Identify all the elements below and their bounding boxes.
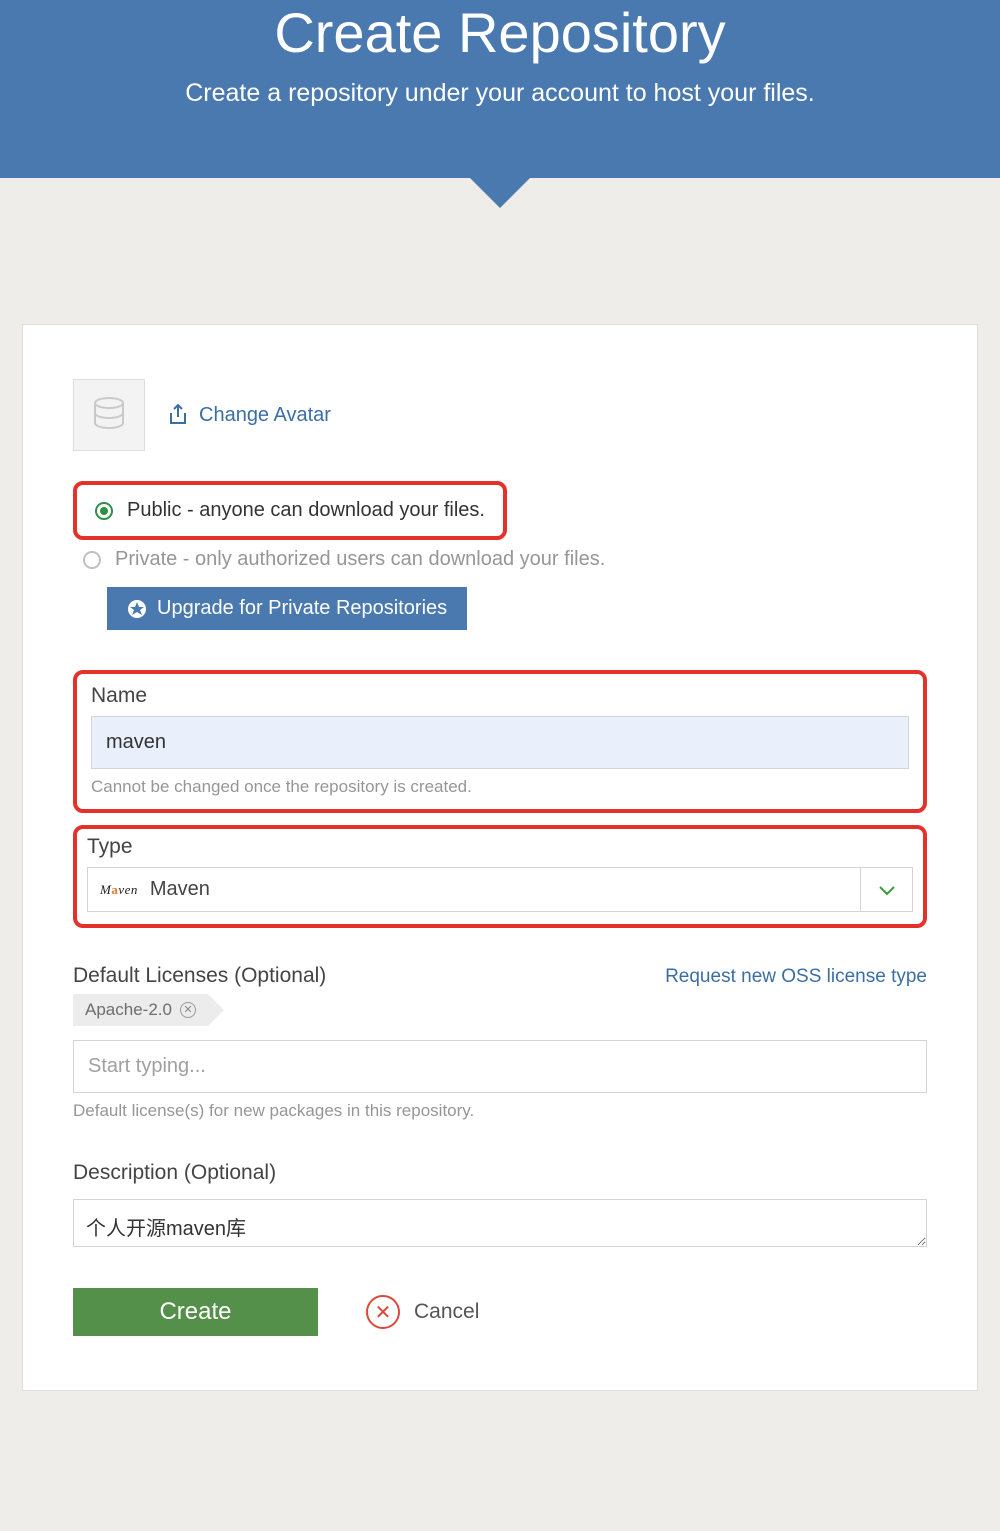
license-search-input[interactable] — [73, 1040, 927, 1093]
license-tag-label: Apache-2.0 — [85, 1000, 172, 1020]
change-avatar-label: Change Avatar — [199, 404, 331, 427]
star-badge-icon — [127, 599, 147, 619]
licenses-label: Default Licenses (Optional) — [73, 964, 326, 988]
cancel-button[interactable]: ✕ Cancel — [366, 1295, 479, 1329]
close-icon: ✕ — [366, 1295, 400, 1329]
request-license-link[interactable]: Request new OSS license type — [665, 966, 927, 988]
cancel-label: Cancel — [414, 1300, 479, 1324]
page-title: Create Repository — [20, 0, 980, 65]
hero-arrow-icon — [470, 178, 530, 208]
change-avatar-link[interactable]: Change Avatar — [167, 403, 331, 427]
avatar-placeholder[interactable] — [73, 379, 145, 451]
upgrade-button[interactable]: Upgrade for Private Repositories — [107, 587, 467, 630]
visibility-private-label: Private - only authorized users can down… — [115, 548, 605, 571]
licenses-help: Default license(s) for new packages in t… — [73, 1101, 927, 1121]
type-select-value: Maven — [150, 878, 210, 901]
name-input[interactable] — [91, 716, 909, 769]
type-select-caret[interactable] — [860, 868, 912, 911]
upload-icon — [167, 403, 189, 427]
name-label: Name — [91, 684, 909, 708]
description-label: Description (Optional) — [73, 1161, 927, 1185]
chevron-down-icon — [875, 878, 899, 902]
upgrade-button-label: Upgrade for Private Repositories — [157, 597, 447, 620]
remove-license-icon[interactable]: ✕ — [180, 1002, 196, 1018]
radio-disabled-icon — [83, 551, 101, 569]
database-icon — [92, 396, 126, 434]
description-textarea[interactable] — [73, 1199, 927, 1247]
maven-logo-icon: Maven — [100, 882, 138, 898]
type-label: Type — [87, 835, 913, 859]
create-button[interactable]: Create — [73, 1288, 318, 1336]
page-subtitle: Create a repository under your account t… — [20, 79, 980, 108]
license-tag[interactable]: Apache-2.0 ✕ — [73, 994, 208, 1026]
visibility-public-label: Public - anyone can download your files. — [127, 499, 485, 522]
name-help: Cannot be changed once the repository is… — [91, 777, 909, 797]
form-card: Change Avatar Public - anyone can downlo… — [22, 324, 978, 1391]
radio-selected-icon — [95, 502, 113, 520]
hero-banner: Create Repository Create a repository un… — [0, 0, 1000, 178]
type-select[interactable]: Maven Maven — [87, 867, 913, 912]
visibility-public-radio[interactable]: Public - anyone can download your files. — [85, 491, 495, 530]
visibility-private-radio: Private - only authorized users can down… — [73, 540, 927, 579]
